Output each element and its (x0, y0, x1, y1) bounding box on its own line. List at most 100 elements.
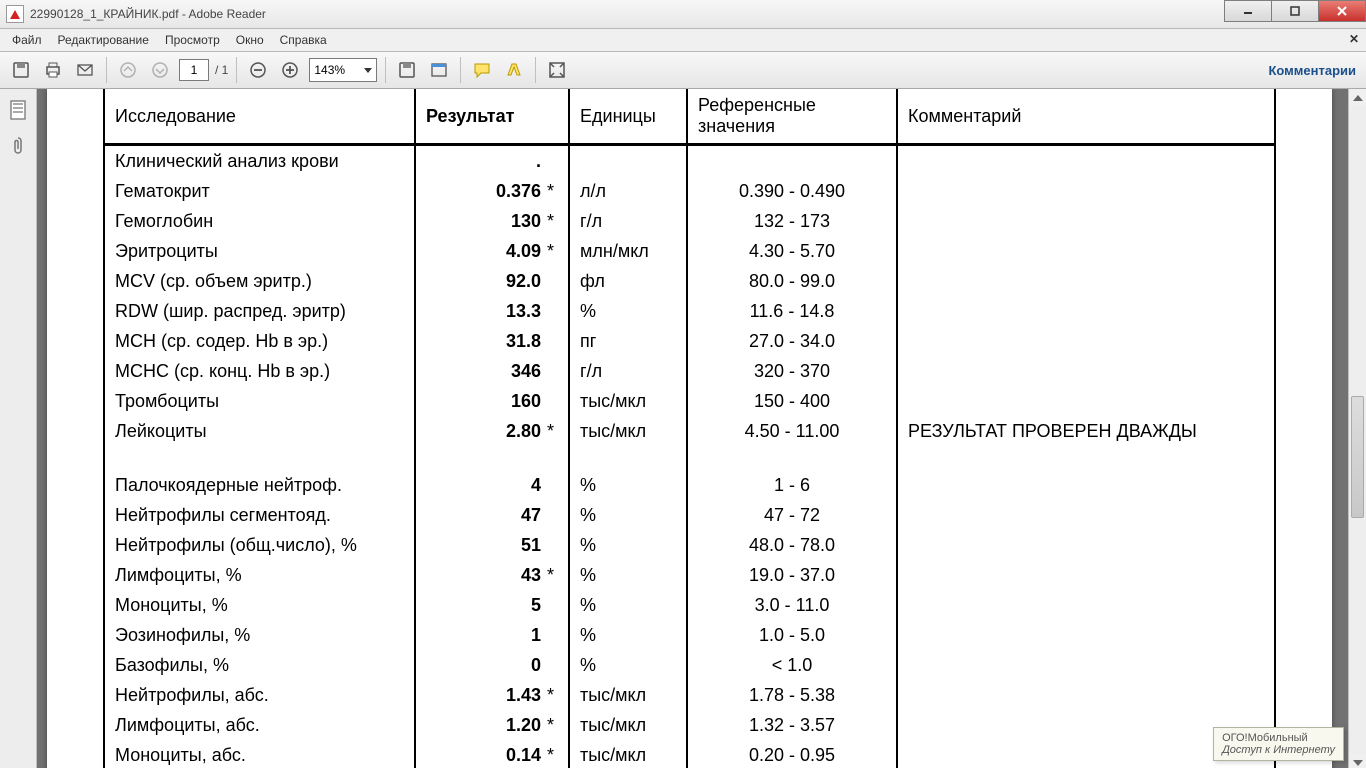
maximize-button[interactable] (1271, 0, 1319, 22)
scroll-up-arrow[interactable] (1349, 89, 1366, 106)
cell-study: Эритроциты (105, 236, 415, 266)
pdf-file-icon (6, 5, 24, 23)
menu-window[interactable]: Окно (228, 31, 272, 49)
read-mode-button[interactable] (542, 55, 572, 85)
table-row: Моноциты, %5%3.0 - 11.0 (105, 590, 1274, 620)
cell-comment (897, 620, 1274, 650)
cell-units: тыс/мкл (569, 710, 687, 740)
cell-study: RDW (шир. распред. эритр) (105, 296, 415, 326)
document-close-icon[interactable]: ✕ (1346, 31, 1362, 47)
header-comment: Комментарий (897, 89, 1274, 145)
cell-comment (897, 206, 1274, 236)
cell-reference: 11.6 - 14.8 (687, 296, 897, 326)
zoom-in-button[interactable] (275, 55, 305, 85)
page-number-input[interactable]: 1 (179, 59, 209, 81)
document-area[interactable]: Исследование Результат Единицы Референсн… (37, 89, 1366, 768)
cell-result: 0.376 (415, 176, 545, 206)
header-reference: Референсные значения (687, 89, 897, 145)
highlight-button[interactable] (499, 55, 529, 85)
network-notification[interactable]: ОГО!Мобильный Доступ к Интернету (1213, 727, 1344, 761)
cell-reference: 1.32 - 3.57 (687, 710, 897, 740)
cell-study: MCH (ср. содер. Hb в эр.) (105, 326, 415, 356)
cell-comment (897, 500, 1274, 530)
cell-comment (897, 650, 1274, 680)
cell-reference: 0.390 - 0.490 (687, 176, 897, 206)
cell-comment (897, 386, 1274, 416)
cell-result: 43 (415, 560, 545, 590)
cell-comment (897, 590, 1274, 620)
comments-panel-link[interactable]: Комментарии (1268, 52, 1356, 88)
attachments-tab[interactable] (5, 133, 31, 159)
cell-comment (897, 296, 1274, 326)
minimize-button[interactable] (1224, 0, 1272, 22)
cell-result: 0.14 (415, 740, 545, 768)
cell-units: % (569, 650, 687, 680)
table-row: Нейтрофилы (общ.число), %51%48.0 - 78.0 (105, 530, 1274, 560)
cell-reference: 47 - 72 (687, 500, 897, 530)
cell-reference: 4.50 - 11.00 (687, 416, 897, 446)
cell-result: 160 (415, 386, 545, 416)
page-down-button[interactable] (145, 55, 175, 85)
menu-view[interactable]: Просмотр (157, 31, 228, 49)
menu-help[interactable]: Справка (272, 31, 335, 49)
cell-reference: 1.78 - 5.38 (687, 680, 897, 710)
table-row: Гемоглобин130*г/л132 - 173 (105, 206, 1274, 236)
scroll-thumb[interactable] (1351, 396, 1364, 518)
cell-flag: * (545, 416, 569, 446)
menu-edit[interactable]: Редактирование (50, 31, 157, 49)
cell-units: % (569, 560, 687, 590)
cell-result: 13.3 (415, 296, 545, 326)
menu-file[interactable]: Файл (4, 31, 50, 49)
email-button[interactable] (70, 55, 100, 85)
cell-result: 51 (415, 530, 545, 560)
cell-units: тыс/мкл (569, 416, 687, 446)
cell-study: Лимфоциты, абс. (105, 710, 415, 740)
zoom-select[interactable]: 143% (309, 58, 377, 82)
cell-result: . (415, 145, 545, 177)
cell-result: 130 (415, 206, 545, 236)
cell-units: % (569, 620, 687, 650)
cell-comment (897, 680, 1274, 710)
cell-units: % (569, 590, 687, 620)
cell-study: Тромбоциты (105, 386, 415, 416)
cell-comment (897, 560, 1274, 590)
cell-units: фл (569, 266, 687, 296)
cell-reference: 4.30 - 5.70 (687, 236, 897, 266)
table-row: Нейтрофилы сегментояд.47%47 - 72 (105, 500, 1274, 530)
scroll-track[interactable] (1349, 106, 1366, 754)
print-button[interactable] (38, 55, 68, 85)
cell-comment (897, 470, 1274, 500)
cell-study: Нейтрофилы, абс. (105, 680, 415, 710)
comment-bubble-button[interactable] (467, 55, 497, 85)
cell-flag: * (545, 236, 569, 266)
zoom-out-button[interactable] (243, 55, 273, 85)
cell-units: пг (569, 326, 687, 356)
cell-study: MCHC (ср. конц. Hb в эр.) (105, 356, 415, 386)
cell-units: г/л (569, 356, 687, 386)
cell-result: 47 (415, 500, 545, 530)
cell-comment: РЕЗУЛЬТАТ ПРОВЕРЕН ДВАЖДЫ (897, 416, 1274, 446)
save-button[interactable] (6, 55, 36, 85)
vertical-scrollbar[interactable] (1348, 89, 1366, 768)
header-result: Результат (415, 89, 569, 145)
thumbnails-tab[interactable] (5, 97, 31, 123)
cell-units: % (569, 470, 687, 500)
cell-result: 1.43 (415, 680, 545, 710)
header-units: Единицы (569, 89, 687, 145)
zoom-value: 143% (314, 63, 345, 77)
tool-snapshot-button[interactable] (424, 55, 454, 85)
cell-comment (897, 266, 1274, 296)
notif-line2: Доступ к Интернету (1222, 744, 1335, 756)
cell-comment (897, 176, 1274, 206)
scroll-down-arrow[interactable] (1349, 754, 1366, 768)
table-row: MCV (ср. объем эритр.)92.0фл80.0 - 99.0 (105, 266, 1274, 296)
cell-result: 92.0 (415, 266, 545, 296)
table-row: Гематокрит0.376*л/л0.390 - 0.490 (105, 176, 1274, 206)
table-header-row: Исследование Результат Единицы Референсн… (105, 89, 1274, 145)
page-up-button[interactable] (113, 55, 143, 85)
close-button[interactable] (1318, 0, 1366, 22)
tool-save-copy-button[interactable] (392, 55, 422, 85)
cell-result: 4 (415, 470, 545, 500)
cell-units: л/л (569, 176, 687, 206)
table-row: MCHC (ср. конц. Hb в эр.)346г/л320 - 370 (105, 356, 1274, 386)
